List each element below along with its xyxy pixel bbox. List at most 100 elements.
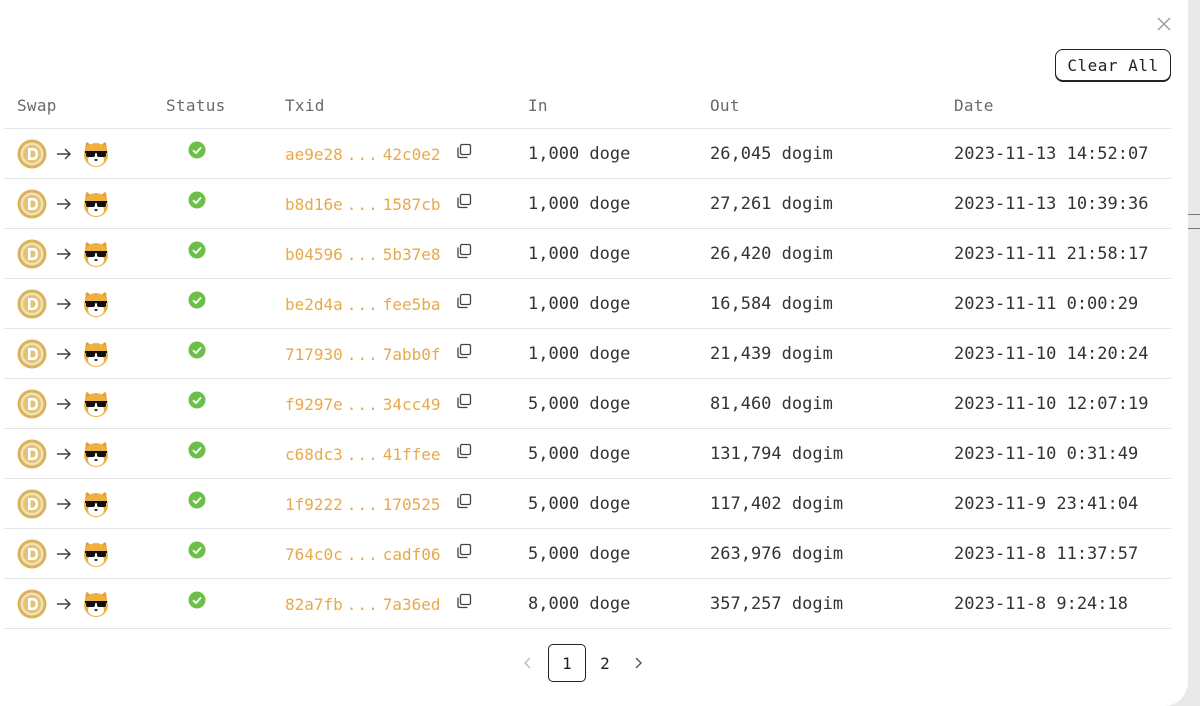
swap-date: 2023-11-13 14:52:07 (954, 144, 1149, 164)
txid-end: cadf06 (382, 544, 441, 564)
txid-end: 7a36ed (382, 594, 441, 614)
txid-link[interactable]: ae9e28 ... 42c0e2 (285, 145, 441, 164)
doge-coin-icon (17, 439, 47, 469)
dogim-sunglasses-icon (84, 291, 108, 317)
close-button[interactable] (1154, 14, 1174, 34)
swap-history-table: Swap Status Txid In Out Date ae9e28 ... … (4, 80, 1171, 629)
dogim-sunglasses-icon (84, 341, 108, 367)
dogim-sunglasses-icon (84, 591, 108, 617)
copy-icon[interactable] (455, 542, 473, 560)
header-date: Date (954, 96, 994, 115)
copy-icon[interactable] (455, 242, 473, 260)
arrow-right-icon (57, 148, 72, 160)
txid-ellipsis: ... (346, 244, 379, 264)
chevron-left-icon (524, 657, 531, 669)
swap-date: 2023-11-10 12:07:19 (954, 394, 1149, 414)
swap-date: 2023-11-13 10:39:36 (954, 194, 1149, 214)
close-icon (1157, 17, 1171, 31)
success-check-icon (188, 191, 206, 209)
status-cell (166, 379, 206, 429)
txid-link[interactable]: 717930 ... 7abb0f (285, 345, 441, 364)
amount-in: 5,000 doge (528, 544, 631, 564)
txid-ellipsis: ... (346, 444, 379, 464)
swap-pair (17, 379, 111, 429)
success-check-icon (188, 341, 206, 359)
txid-ellipsis: ... (346, 594, 379, 614)
amount-in: 5,000 doge (528, 494, 631, 514)
txid-link[interactable]: b04596 ... 5b37e8 (285, 245, 441, 264)
copy-icon[interactable] (455, 342, 473, 360)
arrow-right-icon (57, 448, 72, 460)
txid-link[interactable]: 1f9222 ... 170525 (285, 495, 441, 514)
doge-coin-icon (17, 239, 47, 269)
txid-link[interactable]: 82a7fb ... 7a36ed (285, 595, 441, 614)
txid-start: 82a7fb (285, 594, 343, 614)
amount-in: 1,000 doge (528, 144, 631, 164)
copy-icon[interactable] (455, 442, 473, 460)
copy-icon[interactable] (455, 142, 473, 160)
doge-coin-icon (17, 339, 47, 369)
amount-out: 81,460 dogim (710, 394, 833, 414)
header-out: Out (710, 96, 740, 115)
txid-end: 41ffee (382, 444, 441, 464)
txid-start: c68dc3 (285, 444, 343, 464)
txid-link[interactable]: be2d4a ... fee5ba (285, 295, 441, 314)
txid-cell: be2d4a ... fee5ba (285, 279, 473, 329)
prev-page-button[interactable] (514, 644, 542, 682)
status-cell (166, 329, 206, 379)
header-status: Status (166, 96, 226, 115)
swap-pair (17, 529, 111, 579)
txid-end: 5b37e8 (382, 244, 441, 264)
table-row: 764c0c ... cadf06 5,000 doge 263,976 dog… (4, 529, 1171, 579)
page-2-button[interactable]: 2 (586, 644, 624, 682)
pagination: 1 2 (514, 643, 652, 683)
swap-pair (17, 179, 111, 229)
swap-pair (17, 129, 111, 179)
amount-out: 26,420 dogim (710, 244, 833, 264)
amount-out: 263,976 dogim (710, 544, 844, 564)
txid-link[interactable]: c68dc3 ... 41ffee (285, 445, 441, 464)
status-cell (166, 179, 206, 229)
txid-link[interactable]: 764c0c ... cadf06 (285, 545, 441, 564)
swap-pair (17, 429, 111, 479)
txid-link[interactable]: b8d16e ... 1587cb (285, 195, 441, 214)
arrow-right-icon (57, 598, 72, 610)
arrow-right-icon (57, 248, 72, 260)
txid-ellipsis: ... (346, 144, 379, 164)
txid-cell: b04596 ... 5b37e8 (285, 229, 473, 279)
txid-ellipsis: ... (346, 394, 379, 414)
status-cell (166, 129, 206, 179)
swap-date: 2023-11-8 9:24:18 (954, 594, 1128, 614)
status-cell (166, 429, 206, 479)
txid-link[interactable]: f9297e ... 34cc49 (285, 395, 441, 414)
dogim-sunglasses-icon (84, 541, 108, 567)
txid-cell: 764c0c ... cadf06 (285, 529, 473, 579)
amount-in: 5,000 doge (528, 444, 631, 464)
success-check-icon (188, 591, 206, 609)
swap-date: 2023-11-11 21:58:17 (954, 244, 1149, 264)
amount-out: 26,045 dogim (710, 144, 833, 164)
doge-coin-icon (17, 539, 47, 569)
txid-start: b04596 (285, 244, 343, 264)
chevron-right-icon (635, 657, 642, 669)
dogim-sunglasses-icon (84, 441, 108, 467)
txid-start: be2d4a (285, 294, 343, 314)
arrow-right-icon (57, 498, 72, 510)
copy-icon[interactable] (455, 192, 473, 210)
table-row: 717930 ... 7abb0f 1,000 doge 21,439 dogi… (4, 329, 1171, 379)
copy-icon[interactable] (455, 592, 473, 610)
amount-in: 1,000 doge (528, 294, 631, 314)
swap-pair (17, 579, 111, 629)
txid-cell: 717930 ... 7abb0f (285, 329, 473, 379)
copy-icon[interactable] (455, 492, 473, 510)
swap-pair (17, 479, 111, 529)
copy-icon[interactable] (455, 392, 473, 410)
dogim-sunglasses-icon (84, 491, 108, 517)
doge-coin-icon (17, 289, 47, 319)
copy-icon[interactable] (455, 292, 473, 310)
clear-all-button[interactable]: Clear All (1055, 49, 1171, 81)
success-check-icon (188, 441, 206, 459)
next-page-button[interactable] (624, 644, 652, 682)
page-1-button[interactable]: 1 (548, 644, 586, 682)
txid-ellipsis: ... (346, 344, 379, 364)
